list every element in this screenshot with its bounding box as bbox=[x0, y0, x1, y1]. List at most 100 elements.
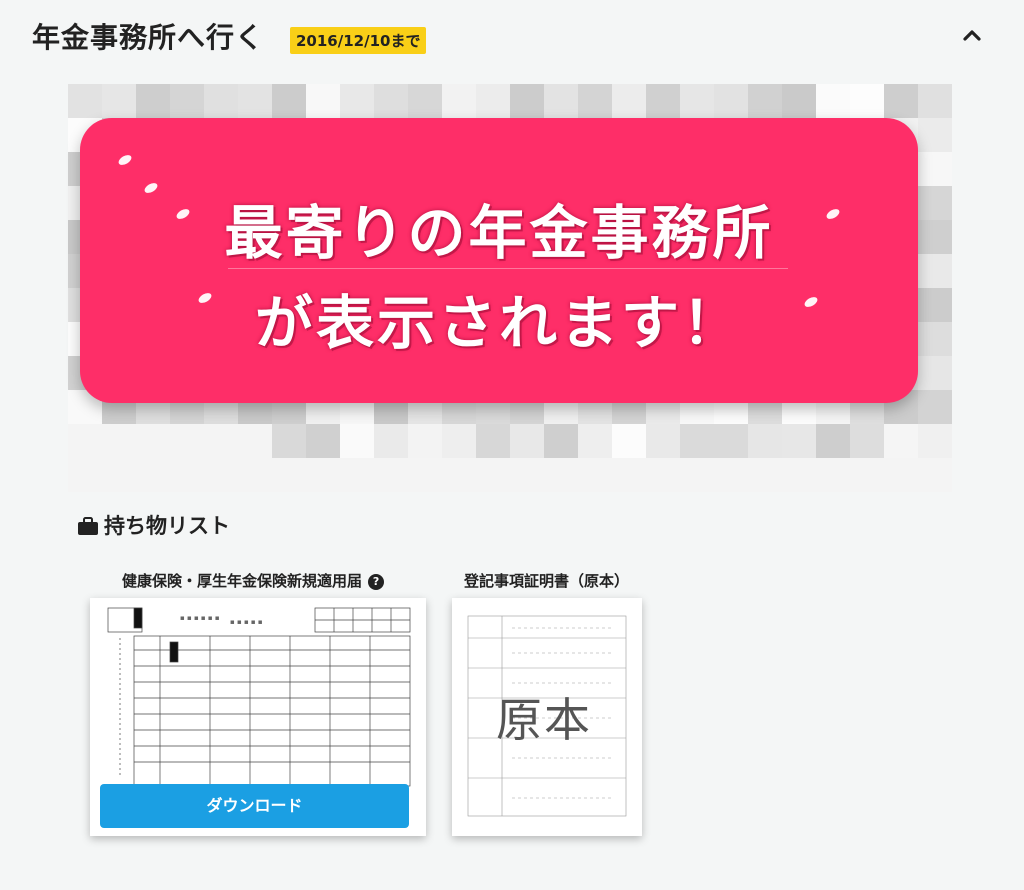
mosaic-tile bbox=[238, 458, 272, 492]
mosaic-tile bbox=[918, 424, 952, 458]
mosaic-tile bbox=[102, 458, 136, 492]
chevron-up-icon[interactable] bbox=[960, 24, 984, 48]
mosaic-tile bbox=[714, 424, 748, 458]
mosaic-tile bbox=[578, 458, 612, 492]
mosaic-tile bbox=[680, 424, 714, 458]
mosaic-tile bbox=[68, 84, 102, 118]
original-stamp: 原本 bbox=[496, 693, 592, 747]
mosaic-tile bbox=[408, 424, 442, 458]
mosaic-tile bbox=[782, 84, 816, 118]
mosaic-tile bbox=[646, 458, 680, 492]
overlay-text-line2: が表示されます！ bbox=[254, 289, 743, 357]
document-title: 健康保険・厚生年金保険新規適用届? bbox=[122, 570, 385, 591]
overlay-text-line1: 最寄りの年金事務所 bbox=[224, 199, 774, 267]
mosaic-tile bbox=[374, 84, 408, 118]
deadline-badge: 2016/12/10まで bbox=[290, 27, 427, 54]
promo-overlay: 最寄りの年金事務所 が表示されます！ bbox=[80, 118, 918, 403]
question-icon[interactable]: ? bbox=[368, 574, 385, 590]
mosaic-tile bbox=[748, 84, 782, 118]
section-header[interactable]: 年金事務所へ行く 2016/12/10まで bbox=[0, 0, 1024, 78]
document-title: 登記事項証明書（原本） bbox=[464, 572, 630, 590]
mosaic-tile bbox=[782, 424, 816, 458]
mosaic-tile bbox=[850, 84, 884, 118]
mosaic-tile bbox=[442, 424, 476, 458]
mosaic-tile bbox=[918, 288, 952, 322]
mosaic-tile bbox=[646, 84, 680, 118]
mosaic-tile bbox=[680, 458, 714, 492]
mosaic-tile bbox=[544, 424, 578, 458]
mosaic-tile bbox=[170, 84, 204, 118]
checklist-heading: 持ち物リスト bbox=[78, 510, 230, 540]
mosaic-tile bbox=[714, 458, 748, 492]
mosaic-tile bbox=[306, 84, 340, 118]
mosaic-tile bbox=[782, 458, 816, 492]
svg-text:▪ ▪ ▪ ▪ ▪: ▪ ▪ ▪ ▪ ▪ bbox=[230, 618, 263, 626]
mosaic-tile bbox=[544, 458, 578, 492]
download-button[interactable]: ダウンロード bbox=[100, 784, 409, 828]
mosaic-tile bbox=[170, 458, 204, 492]
mosaic-tile bbox=[918, 118, 952, 152]
certificate-thumbnail[interactable]: 原本 bbox=[452, 598, 642, 836]
mosaic-tile bbox=[68, 458, 102, 492]
mosaic-tile bbox=[918, 186, 952, 220]
mosaic-tile bbox=[238, 84, 272, 118]
mosaic-tile bbox=[136, 458, 170, 492]
mosaic-tile bbox=[340, 84, 374, 118]
mosaic-tile bbox=[476, 458, 510, 492]
mosaic-tile bbox=[544, 84, 578, 118]
briefcase-icon bbox=[78, 517, 98, 535]
mosaic-tile bbox=[136, 84, 170, 118]
sparkle-decoration bbox=[116, 153, 134, 167]
mosaic-tile bbox=[918, 84, 952, 118]
mosaic-tile bbox=[238, 424, 272, 458]
mosaic-tile bbox=[510, 424, 544, 458]
mosaic-tile bbox=[884, 84, 918, 118]
mosaic-tile bbox=[476, 84, 510, 118]
mosaic-tile bbox=[204, 84, 238, 118]
mosaic-tile bbox=[442, 458, 476, 492]
document-title-text: 健康保険・厚生年金保険新規適用届 bbox=[122, 572, 363, 590]
mosaic-tile bbox=[408, 458, 442, 492]
mosaic-tile bbox=[918, 322, 952, 356]
mosaic-tile bbox=[680, 84, 714, 118]
mosaic-tile bbox=[102, 84, 136, 118]
mosaic-tile bbox=[816, 424, 850, 458]
mosaic-tile bbox=[850, 424, 884, 458]
section-title: 年金事務所へ行く bbox=[32, 21, 265, 54]
mosaic-tile bbox=[884, 424, 918, 458]
mosaic-tile bbox=[272, 84, 306, 118]
mosaic-tile bbox=[918, 220, 952, 254]
mosaic-tile bbox=[612, 458, 646, 492]
mosaic-tile bbox=[510, 458, 544, 492]
mosaic-tile bbox=[204, 424, 238, 458]
mosaic-tile bbox=[646, 424, 680, 458]
mosaic-tile bbox=[918, 356, 952, 390]
mosaic-tile bbox=[306, 458, 340, 492]
overlay-divider bbox=[228, 268, 788, 269]
mosaic-tile bbox=[68, 424, 102, 458]
mosaic-tile bbox=[374, 424, 408, 458]
mosaic-tile bbox=[408, 84, 442, 118]
mosaic-tile bbox=[748, 458, 782, 492]
mosaic-tile bbox=[816, 84, 850, 118]
mosaic-tile bbox=[442, 84, 476, 118]
mosaic-tile bbox=[850, 458, 884, 492]
mosaic-tile bbox=[272, 424, 306, 458]
mosaic-tile bbox=[272, 458, 306, 492]
mosaic-tile bbox=[918, 390, 952, 424]
mosaic-tile bbox=[918, 458, 952, 492]
mosaic-tile bbox=[714, 84, 748, 118]
mosaic-tile bbox=[816, 458, 850, 492]
mosaic-tile bbox=[918, 254, 952, 288]
mosaic-tile bbox=[136, 424, 170, 458]
mosaic-tile bbox=[170, 424, 204, 458]
mosaic-tile bbox=[102, 424, 136, 458]
mosaic-tile bbox=[510, 84, 544, 118]
mosaic-tile bbox=[578, 424, 612, 458]
mosaic-tile bbox=[204, 458, 238, 492]
mosaic-tile bbox=[306, 424, 340, 458]
svg-text:▪ ▪ ▪ ▪ ▪ ▪: ▪ ▪ ▪ ▪ ▪ ▪ bbox=[180, 614, 220, 622]
mosaic-tile bbox=[578, 84, 612, 118]
mosaic-tile bbox=[340, 458, 374, 492]
mosaic-tile bbox=[612, 424, 646, 458]
